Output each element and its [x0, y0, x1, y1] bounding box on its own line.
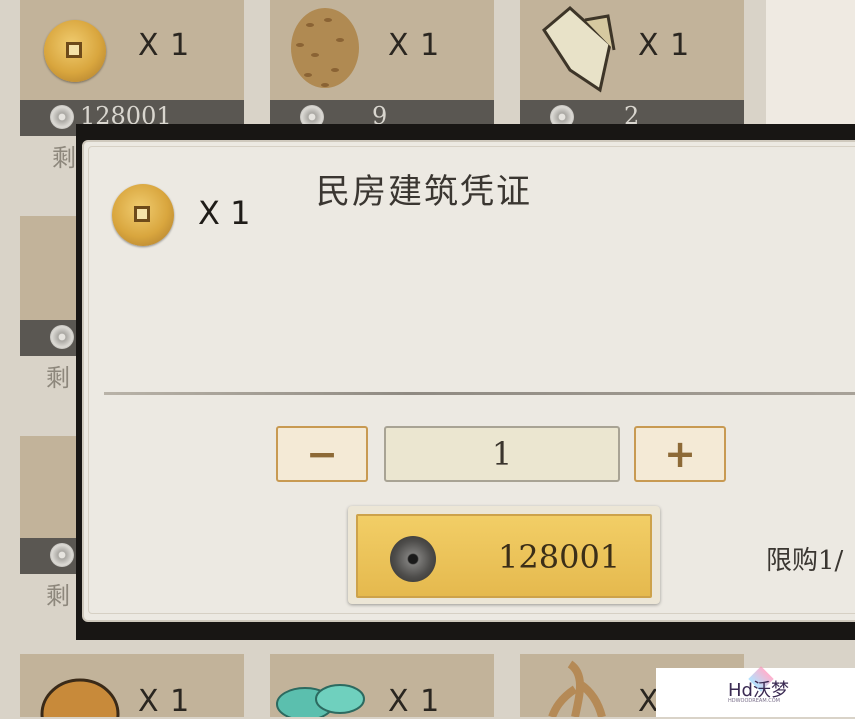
item-quantity: X 1 [138, 684, 191, 719]
dialog-title: 民房建筑凭证 [316, 172, 532, 212]
shop-item-tile[interactable] [20, 216, 80, 320]
jade-stones-icon [276, 684, 365, 717]
watermark-subtext: HDWOODREAM.COM [728, 698, 780, 704]
item-quantity: X 1 [138, 28, 191, 63]
item-quantity: X 1 [388, 684, 441, 719]
item-quantity: X 1 [638, 28, 691, 63]
increase-button[interactable]: + [634, 426, 726, 482]
copper-coin-icon [112, 184, 174, 246]
silver-coin-icon [50, 543, 74, 567]
decrease-button[interactable]: − [276, 426, 368, 482]
silver-coin-icon [50, 325, 74, 349]
quantity-field[interactable]: 1 [384, 426, 620, 482]
dialog-item-quantity: X 1 [198, 194, 251, 232]
silver-coin-icon [50, 105, 74, 129]
buy-button-face: 128001 [356, 514, 652, 598]
shop-item-tile[interactable]: X 1 [20, 654, 244, 719]
grain-pile-icon [291, 8, 359, 88]
pumpkin-icon [40, 678, 120, 717]
item-price-bar [20, 538, 80, 574]
buy-button[interactable]: 128001 [348, 506, 660, 604]
shop-item-tile[interactable]: X 1 [20, 0, 244, 100]
shop-item-tile[interactable]: X 1 [270, 654, 494, 719]
silver-coin-icon [390, 536, 436, 582]
shop-item-tile[interactable]: X 1 [520, 0, 744, 100]
item-quantity: X 1 [388, 28, 441, 63]
buy-price: 128001 [498, 538, 621, 576]
shop-item-tile[interactable]: X 1 [270, 0, 494, 100]
remaining-label: 剩 [46, 364, 70, 392]
shop-item-tile[interactable] [20, 436, 80, 538]
remaining-label: 剩 [46, 582, 70, 610]
copper-coin-icon [44, 20, 106, 82]
wood-log-icon [542, 6, 616, 93]
remaining-label: 剩 [52, 144, 76, 172]
item-price-bar [20, 320, 80, 356]
shop-background-right [766, 0, 855, 130]
watermark-logo: Hd沃梦 HDWOODREAM.COM [656, 666, 855, 717]
ginseng-icon [548, 660, 606, 717]
purchase-limit: 限购1/ [766, 546, 844, 576]
divider [104, 392, 855, 395]
